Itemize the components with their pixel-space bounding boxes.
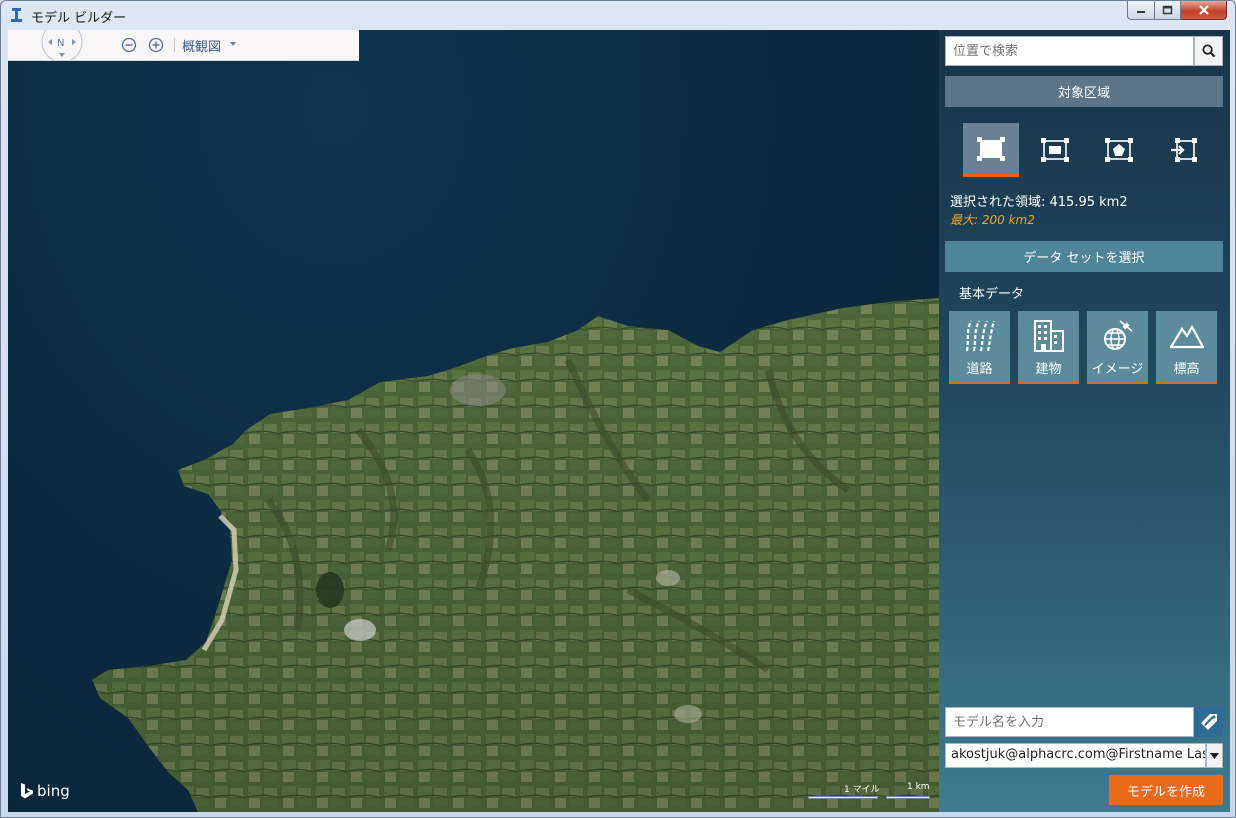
compass-north-label: N [57,38,65,49]
area-section-header: 対象区域 [945,76,1223,107]
rectangle-select-icon [977,136,1005,161]
scale-bar-miles [808,796,878,799]
dataset-buildings-label: 建物 [1035,362,1062,377]
dataset-elevation-label: 標高 [1173,362,1200,377]
client-area: N 概観図 bing 1 マイル 1 km 位置で検索 対象区域 選択された領域… [8,30,1230,812]
satellite-land-image [92,298,939,812]
app-icon [11,8,22,22]
scale-bar-km [886,796,930,799]
basic-data-label: 基本データ [959,287,1025,302]
chevron-down-icon[interactable] [230,42,236,46]
fit-rectangle-tool[interactable] [1027,123,1083,177]
window-title: モデル ビルダー [31,11,127,26]
import-area-tool[interactable] [1155,123,1211,177]
zoom-in-icon[interactable] [148,37,164,53]
scale-label-miles: 1 マイル [844,785,880,795]
close-icon [1198,5,1209,15]
title-bar[interactable]: モデル ビルダー [1,1,1235,29]
account-select[interactable]: akostjuk@alphacrc.com@Firstname Lastname [945,743,1206,768]
account-dropdown-button[interactable] [1206,743,1223,768]
location-search-input[interactable] [945,36,1194,66]
edit-tag-icon [1200,714,1217,730]
close-button[interactable] [1181,1,1227,20]
dataset-section-header: データ セットを選択 [945,241,1223,272]
app-window: モデル ビルダー N 概観図 bing 1 マイル 1 km 位置で検索 対象区… [0,0,1236,818]
bing-logo: bing [20,782,70,800]
fit-rectangle-icon [1041,138,1069,162]
import-area-icon [1171,138,1197,162]
restore-icon [1162,5,1173,15]
roads-icon [965,320,996,352]
chevron-down-icon [1210,752,1219,759]
dataset-imagery-label: イメージ [1091,362,1144,377]
polygon-select-icon [1105,138,1133,162]
search-button[interactable] [1194,36,1223,66]
create-model-button[interactable]: モデルを作成 [1109,775,1223,805]
map-toolbar: N 概観図 [8,30,359,61]
model-name-input[interactable] [945,707,1194,737]
minimize-icon [1137,11,1145,13]
polygon-select-tool[interactable] [1091,123,1147,177]
restore-button[interactable] [1155,1,1181,20]
map-view[interactable]: N 概観図 bing 1 マイル 1 km [8,30,939,812]
dataset-roads-label: 道路 [966,362,993,377]
scale-label-km: 1 km [907,782,930,792]
dataset-elevation-tile[interactable]: 標高 [1156,311,1217,384]
side-panel: 対象区域 [939,30,1230,812]
bing-b-icon [21,783,33,799]
minimize-button[interactable] [1127,1,1155,20]
bing-logo-text: bing [37,782,70,800]
dataset-imagery-tile[interactable]: イメージ [1087,311,1148,384]
toolbar-divider [174,38,175,52]
map-view-mode-dropdown[interactable]: 概観図 [182,36,221,55]
dataset-roads-tile[interactable]: 道路 [949,311,1010,384]
selected-area-text: 選択された領域: 415.95 km2 [950,195,1128,210]
max-area-warning: 最大: 200 km2 [950,213,1035,227]
zoom-out-icon[interactable] [121,37,137,53]
search-icon [1202,44,1215,58]
dataset-buildings-tile[interactable]: 建物 [1018,311,1079,384]
edit-model-name-button[interactable] [1194,707,1223,737]
elevation-icon [1170,324,1204,349]
imagery-icon [1104,320,1133,350]
buildings-icon [1034,320,1064,352]
rectangle-select-tool[interactable] [963,123,1019,177]
